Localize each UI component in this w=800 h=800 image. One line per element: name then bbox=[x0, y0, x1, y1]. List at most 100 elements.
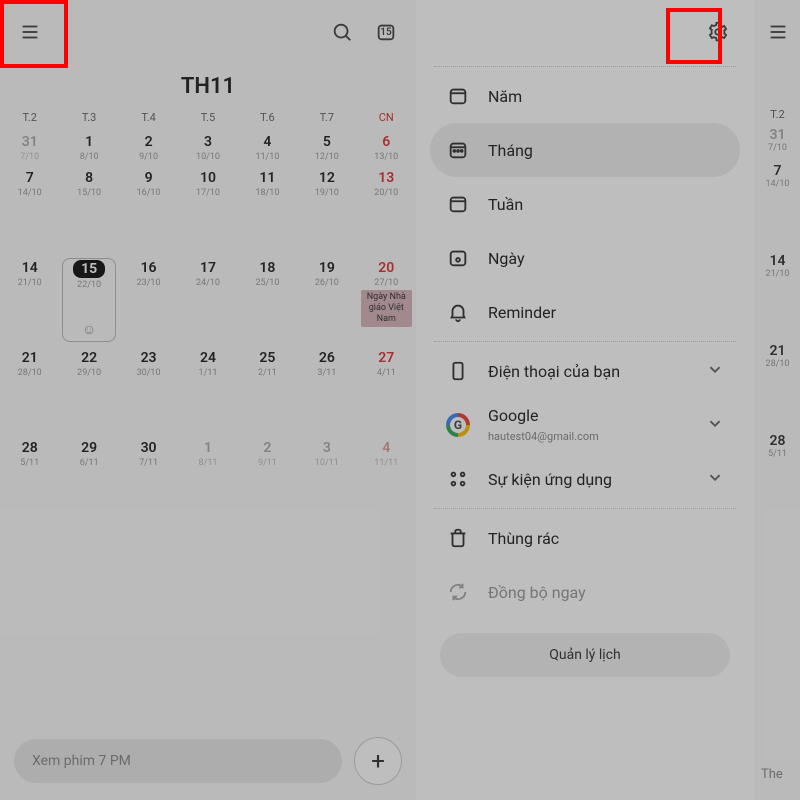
plus-icon: + bbox=[371, 747, 385, 775]
manage-calendars-button[interactable]: Quản lý lịch bbox=[440, 633, 730, 677]
calendar-day-cell[interactable]: 916/10 bbox=[119, 166, 178, 256]
grid-icon bbox=[444, 465, 472, 493]
view-day[interactable]: Ngày bbox=[430, 231, 740, 285]
calendar-day-cell[interactable]: 263/11 bbox=[297, 346, 356, 436]
sync-now[interactable]: Đồng bộ ngay bbox=[430, 565, 740, 619]
sync-label: Đồng bộ ngay bbox=[488, 583, 726, 602]
calendar-day-cell[interactable]: 1118/10 bbox=[238, 166, 297, 256]
calendar-day-cell[interactable]: 29/10 bbox=[119, 130, 178, 166]
manage-calendars-label: Quản lý lịch bbox=[549, 647, 621, 663]
calendar-day-cell[interactable]: 1421/10 bbox=[755, 247, 800, 337]
calendar-day-cell[interactable]: 1825/10 bbox=[238, 256, 297, 346]
chevron-down-icon bbox=[704, 412, 726, 438]
phone-icon bbox=[444, 357, 472, 385]
calendar-day-cell[interactable]: 1623/10 bbox=[119, 256, 178, 346]
calendar-day-cell[interactable]: 815/10 bbox=[59, 166, 118, 256]
calendar-day-cell[interactable]: 1926/10 bbox=[297, 256, 356, 346]
settings-button[interactable] bbox=[696, 10, 740, 54]
chevron-down-icon bbox=[704, 358, 726, 384]
drawer-header bbox=[430, 0, 740, 64]
calendar-day-cell[interactable]: 274/11 bbox=[357, 346, 416, 436]
trash-button[interactable]: Thùng rác bbox=[430, 511, 740, 565]
calendar-day-cell[interactable]: 307/11 bbox=[119, 436, 178, 526]
separator bbox=[434, 508, 736, 509]
view-month-label: Tháng bbox=[488, 141, 726, 160]
account-app-events[interactable]: Sự kiện ứng dụng bbox=[430, 452, 740, 506]
weekday-label: T.4 bbox=[119, 105, 178, 130]
view-year-label: Năm bbox=[488, 87, 726, 106]
calendar-icon bbox=[444, 190, 472, 218]
calendar-day-cell[interactable]: 18/10 bbox=[59, 130, 118, 166]
view-month[interactable]: Tháng bbox=[430, 123, 740, 177]
weekday-label: T.6 bbox=[238, 105, 297, 130]
account-phone-label: Điện thoại của bạn bbox=[488, 362, 696, 381]
calendar-day-cell[interactable]: 2330/10 bbox=[119, 346, 178, 436]
search-button[interactable] bbox=[320, 10, 364, 54]
calendar-day-cell[interactable]: 1219/10 bbox=[297, 166, 356, 256]
calendar-day-cell[interactable]: 2229/10 bbox=[59, 346, 118, 436]
calendar-icon bbox=[444, 136, 472, 164]
calendar-month-view: 15 TH11 T.2T.3T.4T.5T.6T.7CN 317/1018/10… bbox=[0, 0, 416, 800]
calendar-header: 15 bbox=[0, 0, 416, 64]
calendar-day-cell[interactable]: 512/10 bbox=[297, 130, 356, 166]
calendar-day-cell[interactable]: 310/10 bbox=[178, 130, 237, 166]
calendar-day-cell[interactable]: 411/10 bbox=[238, 130, 297, 166]
calendar-day-cell[interactable]: 714/10 bbox=[755, 157, 800, 247]
chevron-down-icon bbox=[704, 466, 726, 492]
calendar-day-cell[interactable]: 1320/10 bbox=[357, 166, 416, 256]
weekday-label: T.2 bbox=[0, 105, 59, 130]
calendar-day-cell[interactable]: 317/10 bbox=[755, 121, 800, 157]
bell-icon bbox=[444, 298, 472, 326]
trash-label: Thùng rác bbox=[488, 529, 726, 548]
event-chip[interactable]: Ngày Nhà giáo Việt Nam bbox=[361, 290, 412, 327]
view-week[interactable]: Tuần bbox=[430, 177, 740, 231]
smiley-icon: ☺ bbox=[59, 321, 118, 338]
menu-button[interactable] bbox=[755, 0, 800, 64]
calendar-icon bbox=[444, 244, 472, 272]
peek-second-screen: T.2 317/10714/101421/102128/10285/11 The bbox=[754, 0, 800, 800]
calendar-day-cell[interactable]: 18/11 bbox=[178, 436, 237, 526]
calendar-day-cell[interactable]: 1017/10 bbox=[178, 166, 237, 256]
account-google[interactable]: G Google hautest04@gmail.com bbox=[430, 398, 740, 452]
add-event-button[interactable]: + bbox=[354, 737, 402, 785]
weekday-label: T.5 bbox=[178, 105, 237, 130]
weekday-label: T.2 bbox=[755, 108, 800, 121]
calendar-day-cell[interactable]: 411/11 bbox=[357, 436, 416, 526]
separator bbox=[434, 341, 736, 342]
calendar-day-cell[interactable]: 2128/10 bbox=[0, 346, 59, 436]
calendar-icon bbox=[444, 82, 472, 110]
view-reminder[interactable]: Reminder bbox=[430, 285, 740, 339]
quick-add-hint[interactable]: Xem phim 7 PM bbox=[14, 739, 342, 783]
bottom-bar: Xem phim 7 PM + bbox=[0, 732, 416, 790]
today-button[interactable]: 15 bbox=[364, 10, 408, 54]
calendar-day-cell[interactable]: 252/11 bbox=[238, 346, 297, 436]
calendar-day-cell[interactable]: 241/11 bbox=[178, 346, 237, 436]
calendar-day-cell[interactable]: 296/11 bbox=[59, 436, 118, 526]
calendar-day-cell[interactable]: 2128/10 bbox=[755, 337, 800, 427]
calendar-day-cell[interactable]: 714/10 bbox=[0, 166, 59, 256]
view-week-label: Tuần bbox=[488, 195, 726, 214]
calendar-day-cell[interactable]: 1421/10 bbox=[0, 256, 59, 346]
calendar-day-cell[interactable]: 613/10 bbox=[357, 130, 416, 166]
calendar-day-cell[interactable]: 285/11 bbox=[0, 436, 59, 526]
calendar-day-cell[interactable]: 285/11 bbox=[755, 427, 800, 517]
calendar-day-cell[interactable]: 2027/10Ngày Nhà giáo Việt Nam bbox=[357, 256, 416, 346]
account-google-email: hautest04@gmail.com bbox=[488, 430, 599, 443]
view-year[interactable]: Năm bbox=[430, 69, 740, 123]
calendar-day-cell[interactable]: 317/10 bbox=[0, 130, 59, 166]
calendar-day-cell[interactable]: 29/11 bbox=[238, 436, 297, 526]
view-reminder-label: Reminder bbox=[488, 303, 726, 322]
calendar-grid: 317/1018/1029/10310/10411/10512/10613/10… bbox=[0, 130, 416, 526]
view-day-label: Ngày bbox=[488, 249, 726, 268]
calendar-day-cell[interactable]: 1724/10 bbox=[178, 256, 237, 346]
account-phone[interactable]: Điện thoại của bạn bbox=[430, 344, 740, 398]
calendar-day-cell[interactable]: 310/11 bbox=[297, 436, 356, 526]
calendar-day-cell[interactable]: 1522/10☺ bbox=[59, 256, 118, 346]
menu-button[interactable] bbox=[8, 10, 52, 54]
account-google-label: Google bbox=[488, 406, 696, 425]
calendar-drawer: Năm Tháng Tuần Ngày Reminder Điện thoại … bbox=[416, 0, 754, 800]
month-title: TH11 bbox=[0, 64, 416, 105]
weekday-label: CN bbox=[357, 105, 416, 130]
quick-add-hint-text: Xem phim 7 PM bbox=[32, 753, 131, 769]
weekday-label: T.7 bbox=[297, 105, 356, 130]
